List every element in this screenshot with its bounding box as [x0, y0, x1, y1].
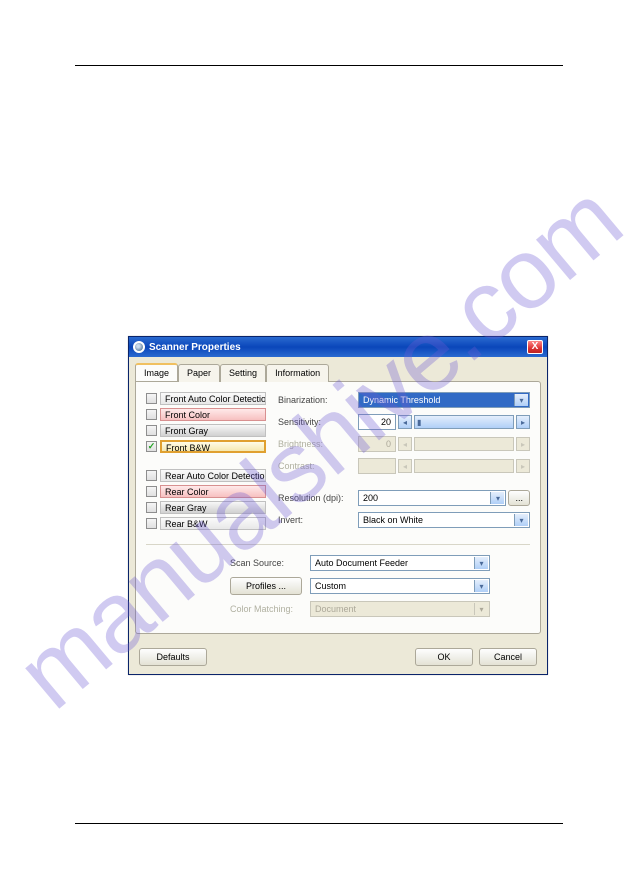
resolution-browse-button[interactable]: ...: [508, 490, 530, 506]
resolution-combo[interactable]: 200 ▾: [358, 490, 506, 506]
combo-value: Custom: [315, 581, 346, 591]
combo-value: Auto Document Feeder: [315, 558, 408, 568]
cancel-button[interactable]: Cancel: [479, 648, 537, 666]
chevron-down-icon[interactable]: ▾: [514, 394, 528, 406]
cb-front-bw[interactable]: Front B&W: [146, 440, 266, 453]
checkbox-icon[interactable]: [146, 425, 157, 436]
row-scan-source: Scan Source: Auto Document Feeder ▾: [230, 555, 530, 571]
checkbox-label: Front Auto Color Detection: [160, 392, 266, 405]
label-resolution: Resolution (dpi):: [278, 493, 358, 503]
invert-combo[interactable]: Black on White ▾: [358, 512, 530, 528]
row-brightness: Brightness: 0 ◂ ▸: [278, 436, 530, 452]
binarization-combo[interactable]: Dynamic Threshold ▾: [358, 392, 530, 408]
checkbox-label: Front Gray: [160, 424, 266, 437]
brightness-slider: [414, 437, 514, 451]
label-binarization: Binarization:: [278, 395, 358, 405]
chevron-down-icon[interactable]: ▾: [514, 514, 528, 526]
checkbox-icon[interactable]: [146, 502, 157, 513]
side-checkbox-column: Front Auto Color Detection Front Color F…: [146, 392, 266, 534]
cb-rear-gray[interactable]: Rear Gray: [146, 501, 266, 514]
window-title: Scanner Properties: [149, 342, 527, 353]
combo-value: Black on White: [363, 515, 423, 525]
combo-value: Document: [315, 604, 356, 614]
profile-combo[interactable]: Custom ▾: [310, 578, 490, 594]
sensitivity-value[interactable]: 20: [358, 414, 396, 430]
checkbox-label: Rear B&W: [160, 517, 266, 530]
close-icon[interactable]: X: [527, 340, 543, 354]
cb-front-gray[interactable]: Front Gray: [146, 424, 266, 437]
checkbox-icon[interactable]: [146, 518, 157, 529]
label-invert: Invert:: [278, 515, 358, 525]
cb-rear-bw[interactable]: Rear B&W: [146, 517, 266, 530]
row-color-matching: Color Matching: Document ▾: [230, 601, 530, 617]
checkbox-icon[interactable]: [146, 486, 157, 497]
scan-source-combo[interactable]: Auto Document Feeder ▾: [310, 555, 490, 571]
label-contrast: Contrast:: [278, 461, 358, 471]
combo-value: Dynamic Threshold: [363, 395, 440, 405]
checkbox-icon[interactable]: [146, 470, 157, 481]
row-contrast: Contrast: ◂ ▸: [278, 458, 530, 474]
cb-front-auto-color[interactable]: Front Auto Color Detection: [146, 392, 266, 405]
arrow-left-icon: ◂: [398, 459, 412, 473]
checkbox-icon[interactable]: [146, 409, 157, 420]
ok-button[interactable]: OK: [415, 648, 473, 666]
tab-setting[interactable]: Setting: [220, 364, 266, 382]
row-resolution: Resolution (dpi): 200 ▾ ...: [278, 490, 530, 506]
cb-rear-color[interactable]: Rear Color: [146, 485, 266, 498]
tab-panel-image: Front Auto Color Detection Front Color F…: [135, 381, 541, 634]
tab-row: Image Paper Setting Information: [129, 357, 547, 381]
chevron-down-icon[interactable]: ▾: [474, 580, 488, 592]
label-scan-source: Scan Source:: [230, 558, 310, 568]
tab-image[interactable]: Image: [135, 363, 178, 381]
front-side-group: Front Auto Color Detection Front Color F…: [146, 392, 266, 453]
color-matching-combo: Document ▾: [310, 601, 490, 617]
controls-column: Binarization: Dynamic Threshold ▾ Sensit…: [278, 392, 530, 534]
label-brightness: Brightness:: [278, 439, 358, 449]
chevron-down-icon[interactable]: ▾: [490, 492, 504, 504]
label-color-matching: Color Matching:: [230, 604, 310, 614]
checkbox-label: Front B&W: [160, 440, 266, 453]
label-sensitivity: Sensitivity:: [278, 417, 358, 427]
arrow-right-icon: ▸: [516, 437, 530, 451]
checkbox-label: Front Color: [160, 408, 266, 421]
checkbox-label: Rear Auto Color Detection: [160, 469, 266, 482]
chevron-down-icon: ▾: [474, 603, 488, 615]
chevron-down-icon[interactable]: ▾: [474, 557, 488, 569]
contrast-value: [358, 458, 396, 474]
arrow-left-icon[interactable]: ◂: [398, 415, 412, 429]
checkbox-icon[interactable]: [146, 441, 157, 452]
tab-paper[interactable]: Paper: [178, 364, 220, 382]
sensitivity-slider[interactable]: ▮: [414, 415, 514, 429]
app-icon: [133, 341, 145, 353]
divider: [146, 544, 530, 545]
row-binarization: Binarization: Dynamic Threshold ▾: [278, 392, 530, 408]
row-profiles: Profiles ... Custom ▾: [230, 577, 530, 595]
profiles-button[interactable]: Profiles ...: [230, 577, 302, 595]
cb-rear-auto-color[interactable]: Rear Auto Color Detection: [146, 469, 266, 482]
brightness-value: 0: [358, 436, 396, 452]
dialog-buttons: Defaults OK Cancel: [129, 642, 547, 674]
row-sensitivity: Sensitivity: 20 ◂ ▮ ▸: [278, 414, 530, 430]
page-rule-bottom: [75, 823, 563, 824]
checkbox-icon[interactable]: [146, 393, 157, 404]
cb-front-color[interactable]: Front Color: [146, 408, 266, 421]
arrow-left-icon: ◂: [398, 437, 412, 451]
checkbox-label: Rear Color: [160, 485, 266, 498]
tab-information[interactable]: Information: [266, 364, 329, 382]
titlebar[interactable]: Scanner Properties X: [129, 337, 547, 357]
contrast-slider: [414, 459, 514, 473]
checkbox-label: Rear Gray: [160, 501, 266, 514]
combo-value: 200: [363, 493, 378, 503]
defaults-button[interactable]: Defaults: [139, 648, 207, 666]
arrow-right-icon: ▸: [516, 459, 530, 473]
page-rule-top: [75, 65, 563, 66]
arrow-right-icon[interactable]: ▸: [516, 415, 530, 429]
scanner-properties-window: Scanner Properties X Image Paper Setting…: [128, 336, 548, 675]
lower-form: Scan Source: Auto Document Feeder ▾ Prof…: [146, 555, 530, 617]
row-invert: Invert: Black on White ▾: [278, 512, 530, 528]
rear-side-group: Rear Auto Color Detection Rear Color Rea…: [146, 469, 266, 530]
